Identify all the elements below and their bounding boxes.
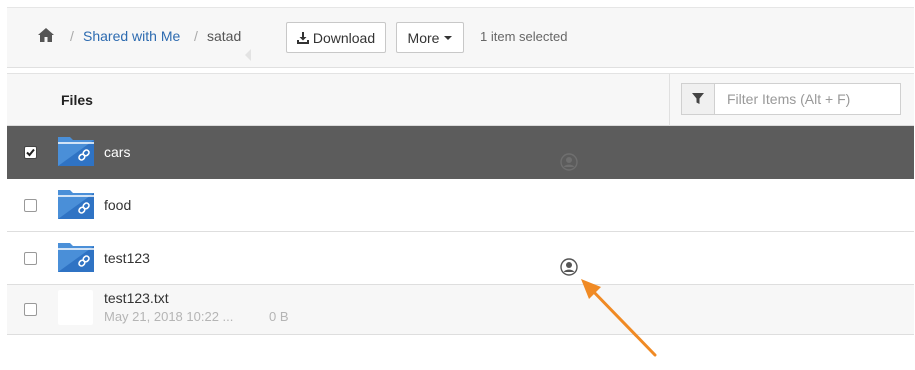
more-button[interactable]: More (396, 22, 464, 53)
shared-folder-icon (58, 243, 94, 272)
row-checkbox[interactable] (24, 199, 37, 212)
shared-user-icon[interactable] (560, 153, 578, 171)
row-checkbox[interactable] (24, 303, 37, 316)
item-size: 0 B (269, 309, 289, 324)
file-row-food[interactable]: food (7, 179, 914, 232)
files-title: Files (61, 92, 93, 108)
chevron-down-icon (444, 35, 453, 40)
home-icon[interactable] (37, 27, 55, 43)
item-name[interactable]: cars (104, 144, 130, 160)
download-button-label: Download (312, 29, 376, 46)
shared-folder-icon (58, 190, 94, 219)
breadcrumb-separator: / (70, 28, 74, 44)
breadcrumb-shared-with-me[interactable]: Shared with Me (83, 28, 180, 44)
item-name[interactable]: test123.txt (104, 290, 169, 306)
file-row-test123-txt[interactable]: test123.txt May 21, 2018 10:22 ... 0 B (7, 285, 914, 335)
files-header: Files (7, 73, 914, 126)
breadcrumb-current: satad (207, 28, 242, 44)
row-checkbox[interactable] (24, 252, 37, 265)
filter-icon (692, 93, 704, 104)
filter-bar (669, 74, 914, 126)
download-button[interactable]: Download (286, 22, 386, 53)
item-name[interactable]: test123 (104, 250, 150, 266)
item-name[interactable]: food (104, 197, 131, 213)
filter-button[interactable] (681, 83, 714, 115)
filter-input[interactable] (714, 83, 901, 115)
item-modified-date: May 21, 2018 10:22 ... (104, 309, 234, 324)
shared-folder-icon (58, 137, 94, 166)
breadcrumb-separator: / (194, 28, 198, 44)
breadcrumb-pointer (245, 49, 251, 61)
file-row-test123[interactable]: test123 (7, 232, 914, 285)
selection-status: 1 item selected (480, 29, 568, 44)
file-icon (58, 290, 93, 325)
file-row-cars[interactable]: cars (7, 126, 914, 179)
download-icon (296, 31, 309, 44)
toolbar: / Shared with Me / satad Download More 1… (7, 7, 914, 68)
row-checkbox[interactable] (24, 146, 37, 159)
shared-user-icon[interactable] (560, 258, 578, 276)
more-button-label: More (407, 29, 440, 46)
annotation-arrow-icon (581, 279, 657, 357)
checkmark-icon (26, 148, 35, 157)
